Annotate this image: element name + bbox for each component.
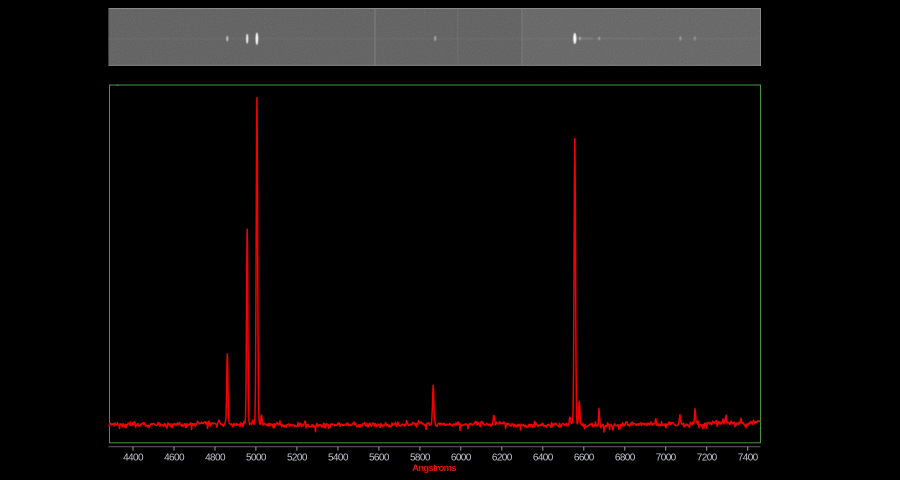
svg-text:7400: 7400 (738, 453, 759, 464)
svg-text:4800: 4800 (205, 453, 226, 464)
svg-text:7000: 7000 (656, 453, 677, 464)
svg-text:6000: 6000 (451, 453, 472, 464)
svg-text:7200: 7200 (697, 453, 718, 464)
svg-text:5000: 5000 (246, 453, 267, 464)
svg-text:5200: 5200 (287, 453, 308, 464)
svg-text:5800: 5800 (410, 453, 431, 464)
svg-text:6400: 6400 (533, 453, 554, 464)
svg-text:6600: 6600 (574, 453, 595, 464)
svg-text:Angstroms: Angstroms (412, 463, 456, 474)
svg-text:6200: 6200 (492, 453, 513, 464)
svg-text:4600: 4600 (164, 453, 185, 464)
svg-text:5600: 5600 (369, 453, 390, 464)
svg-text:6800: 6800 (615, 453, 636, 464)
svg-text:4400: 4400 (123, 453, 144, 464)
svg-text:5400: 5400 (328, 453, 349, 464)
